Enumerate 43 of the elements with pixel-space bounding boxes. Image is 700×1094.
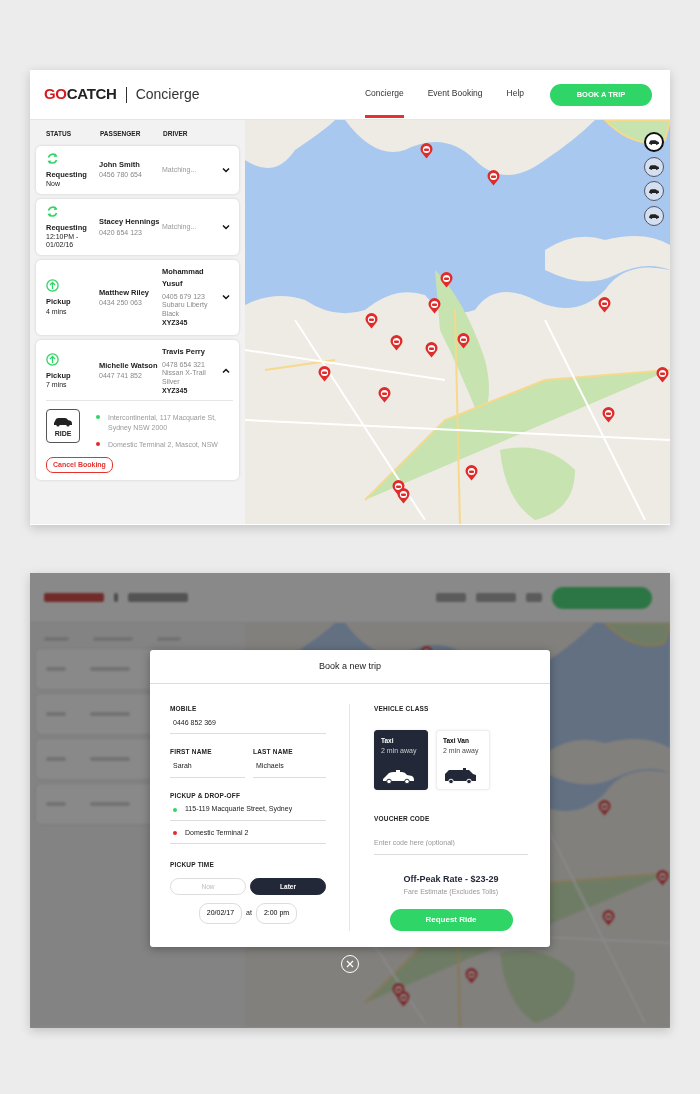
map-pin-icon xyxy=(465,968,478,984)
nav-link[interactable]: Event Booking xyxy=(427,70,483,119)
pickup-dot xyxy=(173,807,177,812)
car-icon xyxy=(648,162,660,171)
map-pin-icon xyxy=(420,143,433,159)
map-pin-icon xyxy=(425,342,438,358)
map-pin-icon xyxy=(318,366,331,382)
map-pin-icon xyxy=(378,387,391,403)
dropoff-dot xyxy=(173,831,177,835)
car-icon xyxy=(648,211,660,220)
map-pin-icon xyxy=(656,870,669,886)
map-pin-icon xyxy=(390,335,403,351)
map-pin-icon xyxy=(465,465,478,481)
booking-card[interactable] xyxy=(36,339,239,480)
map-pin-icon xyxy=(397,991,410,1007)
fare-rate: Off-Peak Rate - $23-29 xyxy=(402,873,500,886)
pickup-dot xyxy=(96,415,100,420)
map-pin-icon xyxy=(397,488,410,504)
product-name: Concierge xyxy=(135,85,200,104)
up-arrow-circle-icon xyxy=(46,352,59,366)
map-pin-icon xyxy=(598,800,611,816)
map-pin-icon xyxy=(428,298,441,314)
car-icon xyxy=(648,187,660,195)
logo: GOCATCH xyxy=(44,84,117,105)
map-pin-icon xyxy=(602,407,615,423)
map-pin-icon xyxy=(440,272,453,288)
collapse-button[interactable] xyxy=(221,366,231,376)
dialog-title: Book a new trip xyxy=(150,650,550,684)
dropoff-dot xyxy=(96,441,100,446)
map-pin-icon xyxy=(365,313,378,329)
nav-link[interactable]: Help xyxy=(506,70,524,119)
taxi-icon xyxy=(381,769,415,784)
up-arrow-circle-icon xyxy=(46,279,59,293)
map-pin-icon xyxy=(656,367,669,383)
refresh-icon xyxy=(46,205,59,219)
close-icon xyxy=(346,960,354,968)
car-icon xyxy=(648,138,660,146)
map-pin-icon xyxy=(487,170,500,186)
van-icon xyxy=(443,767,477,784)
map-pin-icon xyxy=(598,297,611,313)
refresh-icon xyxy=(46,151,59,165)
map-pin-icon xyxy=(602,910,615,926)
map-pin-icon xyxy=(457,333,470,349)
